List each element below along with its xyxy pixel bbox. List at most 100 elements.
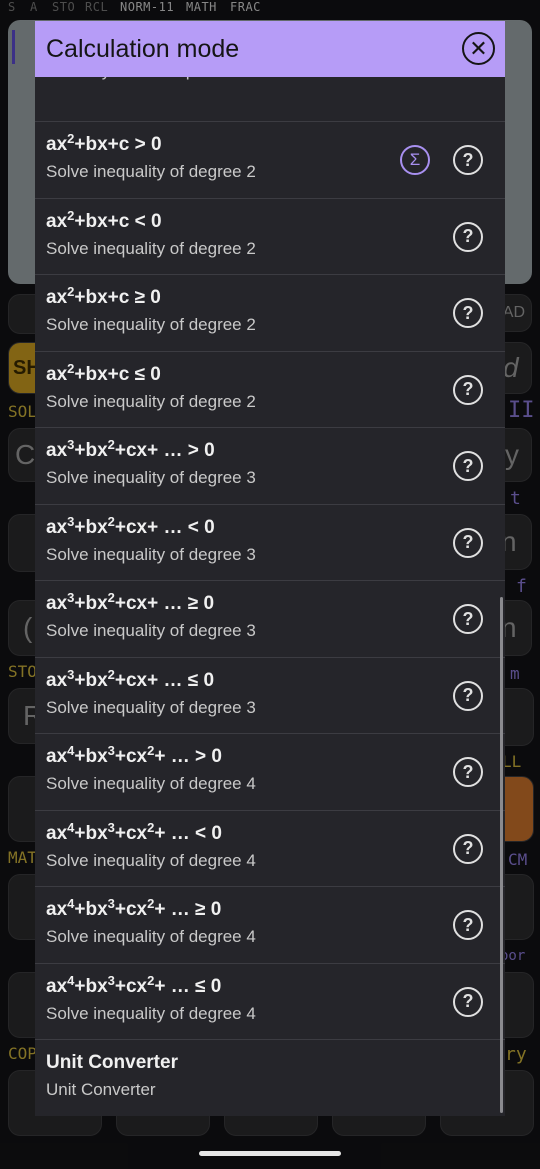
item-subtitle: Solve inequality of degree 2 [46, 238, 256, 258]
item-subtitle: Solve inequality of degree 2 [46, 315, 256, 334]
title-text: +bx+c ≤ 0 [74, 363, 161, 385]
title-text: +bx+c ≥ 0 [74, 287, 161, 308]
title-text: ax [46, 134, 68, 155]
title-text: +bx [74, 975, 108, 997]
title-text: ax [46, 287, 68, 308]
help-icon[interactable]: ? [453, 221, 483, 252]
title-text: +cx+ … ≤ 0 [114, 669, 215, 691]
title-text: +cx+ … > 0 [114, 440, 215, 461]
list-item[interactable]: ax3+bx2+cx+ … ≤ 0 Solve inequality of deg… [35, 656, 505, 733]
item-title: ax2+bx+c ≤ 0 [46, 362, 161, 386]
title-exponent: 2 [107, 437, 115, 452]
title-text: +cx [114, 822, 148, 844]
list-item[interactable]: ax2+bx+c < 0 Solve inequality of degree 2… [35, 197, 505, 274]
help-icon[interactable]: ? [453, 451, 483, 481]
title-text: +bx [74, 593, 108, 614]
calculation-mode-dialog: Calculation mode ✕ Solve system of equat… [35, 21, 505, 1116]
title-text: ax [46, 822, 68, 844]
list-item[interactable]: ax2+bx+c > 0 Solve inequality of degree 2… [35, 121, 505, 197]
scrollbar[interactable] [500, 597, 503, 1113]
title-text: +cx+ … ≥ 0 [114, 593, 215, 614]
item-title: ax3+bx2+cx+ … ≤ 0 [46, 666, 215, 692]
title-text: ax [46, 210, 68, 232]
item-subtitle: Solve inequality of degree 4 [46, 850, 256, 870]
title-exponent: 3 [107, 896, 115, 911]
title-text: +bx+c < 0 [74, 210, 162, 232]
item-subtitle: Solve inequality of degree 3 [46, 621, 256, 640]
title-text: +bx [74, 516, 108, 538]
title-text: ax [46, 593, 68, 614]
item-subtitle: Solve inequality of degree 2 [46, 391, 256, 411]
title-exponent: 2 [107, 513, 115, 529]
title-exponent: 3 [107, 743, 115, 758]
list-item[interactable]: ax4+bx3+cx2+ … < 0 Solve inequality of de… [35, 809, 505, 886]
item-subtitle: Unit Converter [46, 1080, 156, 1099]
help-icon[interactable]: ? [453, 604, 483, 634]
help-icon[interactable]: ? [453, 374, 483, 405]
item-subtitle: Solve inequality of degree 4 [46, 774, 256, 793]
title-text: ax [46, 975, 68, 997]
title-text: +cx+ … < 0 [114, 516, 215, 538]
list-item[interactable]: ax2+bx+c ≥ 0 Solve inequality of degree 2… [35, 274, 505, 350]
title-text: + … > 0 [154, 746, 222, 767]
item-subtitle: Solve inequality of degree 3 [46, 544, 256, 564]
help-icon[interactable]: ? [453, 986, 483, 1017]
list-item[interactable]: ax2+bx+c ≤ 0 Solve inequality of degree 2… [35, 350, 505, 427]
sigma-icon[interactable]: Σ [400, 145, 430, 175]
item-title: ax2+bx+c ≥ 0 [46, 285, 161, 309]
title-text: +bx [74, 669, 108, 691]
item-subtitle: Solve inequality of degree 3 [46, 697, 256, 717]
list-item[interactable]: ax3+bx2+cx+ … ≥ 0 Solve inequality of deg… [35, 580, 505, 656]
dialog-title: Calculation mode [46, 35, 240, 63]
item-title: ax4+bx3+cx2+ … < 0 [46, 819, 222, 845]
item-title: ax4+bx3+cx2+ … > 0 [46, 743, 222, 768]
title-text: + … ≤ 0 [154, 975, 222, 997]
dialog-header: Calculation mode ✕ [35, 21, 505, 77]
item-subtitle: Solve inequality of degree 4 [46, 927, 256, 946]
list-item[interactable]: ax3+bx2+cx+ … > 0 Solve inequality of deg… [35, 427, 505, 503]
item-title: ax4+bx3+cx2+ … ≤ 0 [46, 972, 222, 998]
item-title: ax3+bx2+cx+ … < 0 [46, 513, 215, 539]
list-item[interactable]: ax4+bx3+cx2+ … ≤ 0 Solve inequality of de… [35, 962, 505, 1039]
help-icon[interactable]: ? [453, 910, 483, 940]
list-item[interactable]: ax4+bx3+cx2+ … ≥ 0 Solve inequality of de… [35, 886, 505, 962]
item-title: ax4+bx3+cx2+ … ≥ 0 [46, 896, 222, 921]
item-title: ax2+bx+c > 0 [46, 132, 162, 156]
help-icon[interactable]: ? [453, 527, 483, 558]
help-icon[interactable]: ? [453, 680, 483, 711]
help-icon[interactable]: ? [453, 757, 483, 787]
title-text: +bx [74, 899, 108, 920]
title-text: +bx [74, 822, 108, 844]
title-text: ax [46, 669, 68, 691]
help-icon[interactable]: ? [453, 833, 483, 864]
list-item[interactable]: Unit Converter Unit Converter [35, 1039, 505, 1115]
title-exponent: 3 [107, 819, 115, 835]
title-text: + … < 0 [154, 822, 222, 844]
item-subtitle: Solve inequality of degree 4 [46, 1003, 256, 1023]
item-subtitle: Solve inequality of degree 2 [46, 162, 256, 181]
help-icon[interactable]: ? [453, 298, 483, 328]
title-text: + … ≥ 0 [154, 899, 222, 920]
close-icon[interactable]: ✕ [462, 32, 495, 65]
title-text: ax [46, 746, 68, 767]
title-text: +cx [114, 746, 148, 767]
title-exponent: 3 [107, 972, 115, 988]
item-title: ax2+bx+c < 0 [46, 209, 162, 233]
title-text: +bx [74, 746, 108, 767]
title-exponent: 2 [107, 666, 115, 682]
item-title: Unit Converter [46, 1052, 178, 1074]
title-text: +cx [114, 899, 148, 920]
item-title: ax3+bx2+cx+ … ≥ 0 [46, 591, 215, 615]
item-subtitle: Solve inequality of degree 3 [46, 468, 256, 487]
title-text: ax [46, 516, 68, 538]
home-indicator[interactable] [199, 1151, 341, 1156]
title-text: ax [46, 440, 68, 461]
item-title: ax3+bx2+cx+ … > 0 [46, 437, 215, 462]
title-text: +bx+c > 0 [74, 134, 162, 155]
list-item[interactable]: ax3+bx2+cx+ … < 0 Solve inequality of deg… [35, 503, 505, 580]
title-text: Unit Converter [46, 1052, 178, 1073]
help-icon[interactable]: ? [453, 145, 483, 175]
title-text: +cx [114, 975, 148, 997]
list-item[interactable]: ax4+bx3+cx2+ … > 0 Solve inequality of de… [35, 733, 505, 809]
title-text: +bx [74, 440, 108, 461]
